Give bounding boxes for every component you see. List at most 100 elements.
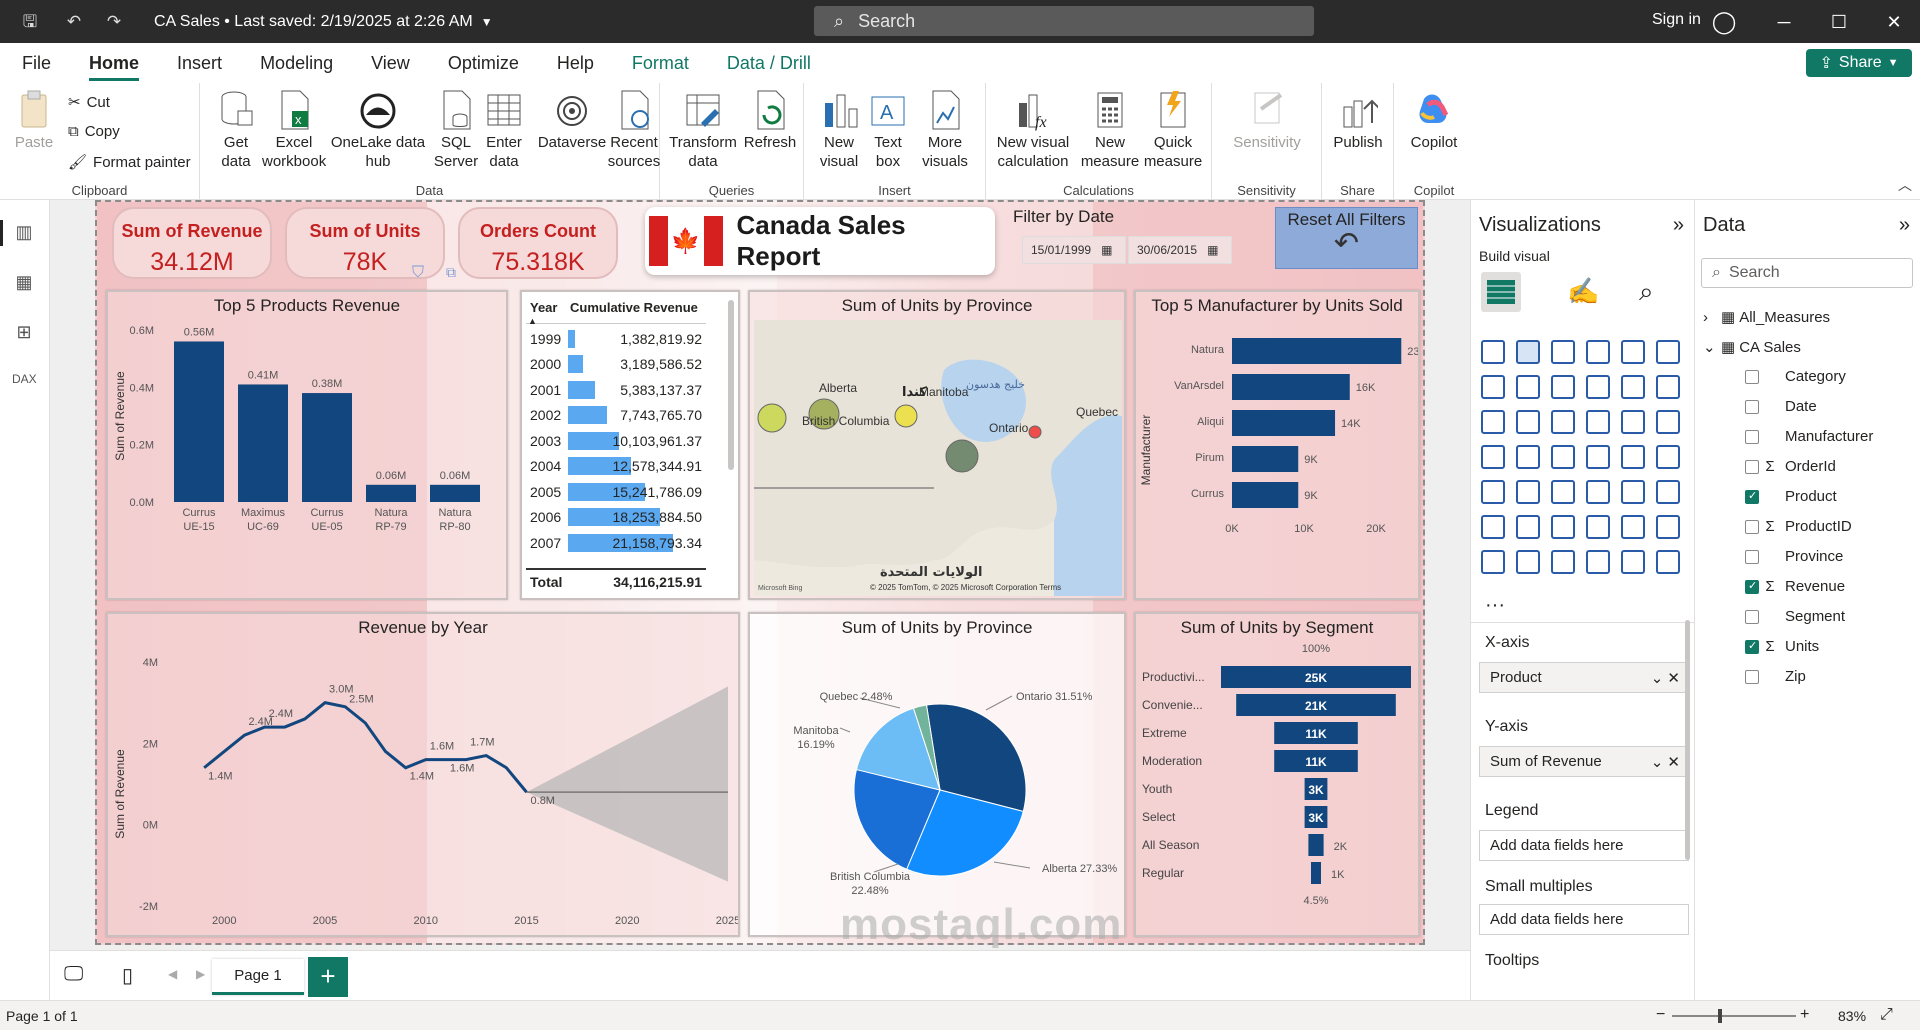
visual-type-icon[interactable]: [1551, 445, 1575, 469]
next-page-icon[interactable]: ▶: [196, 967, 205, 981]
dataverse-button[interactable]: Dataverse: [536, 89, 608, 152]
visual-type-icon[interactable]: [1551, 480, 1575, 504]
panel-top-manufacturer[interactable]: Top 5 Manufacturer by Units Sold Manufac…: [1134, 290, 1420, 600]
redo-icon[interactable]: ↷: [104, 12, 124, 32]
visual-type-icon[interactable]: [1621, 445, 1645, 469]
filter-icon[interactable]: ⛉: [412, 264, 432, 282]
signin-link[interactable]: Sign in: [1652, 11, 1701, 29]
mobile-layout-icon[interactable]: ▯: [122, 963, 133, 988]
kpi-orders[interactable]: Orders Count 75.318K: [458, 207, 618, 279]
visual-type-icon[interactable]: [1586, 445, 1610, 469]
visual-type-icon[interactable]: [1656, 550, 1680, 574]
menu-optimize[interactable]: Optimize: [429, 43, 538, 83]
recent-sources-button[interactable]: Recent sources: [606, 89, 662, 171]
field-item[interactable]: Date: [1745, 398, 1817, 415]
table-row[interactable]: 2002 7,743,765.70: [526, 403, 706, 428]
pane-scrollbar[interactable]: [1685, 620, 1690, 860]
field-item[interactable]: Σ Revenue: [1745, 578, 1845, 595]
xaxis-well[interactable]: Product ⌄ ✕: [1479, 662, 1689, 693]
close-icon[interactable]: ✕: [1880, 8, 1908, 36]
text-box-button[interactable]: A Text box: [866, 89, 910, 171]
cut-button[interactable]: ✂ Cut: [68, 93, 110, 112]
field-checkbox[interactable]: [1745, 459, 1759, 474]
legend-well[interactable]: Add data fields here: [1479, 830, 1689, 861]
kpi-revenue[interactable]: Sum of Revenue 34.12M: [112, 207, 272, 279]
format-painter-button[interactable]: 🖌 Format painter: [68, 153, 191, 172]
visual-type-icon[interactable]: [1481, 550, 1505, 574]
table-row[interactable]: 2005 15,241,786.09: [526, 479, 706, 504]
sql-button[interactable]: SQL Server: [426, 89, 486, 171]
visual-type-icon[interactable]: [1621, 375, 1645, 399]
visual-type-icon[interactable]: [1621, 550, 1645, 574]
visual-type-icon[interactable]: [1516, 410, 1540, 434]
visual-type-icon[interactable]: [1586, 340, 1610, 364]
sensitivity-button[interactable]: Sensitivity: [1232, 89, 1302, 152]
visual-type-icon[interactable]: [1656, 340, 1680, 364]
map-credit[interactable]: © 2025 TomTom, © 2025 Microsoft Corporat…: [870, 583, 1061, 592]
quick-measure-button[interactable]: Quick measure: [1138, 89, 1208, 171]
panel-units-segment[interactable]: Sum of Units by Segment 100% Productivi..…: [1134, 612, 1420, 937]
new-visual-button[interactable]: New visual: [812, 89, 866, 171]
field-checkbox[interactable]: [1745, 579, 1759, 594]
table-view-icon[interactable]: ▦: [12, 272, 36, 296]
visual-type-icon[interactable]: [1586, 550, 1610, 574]
focus-mode-icon[interactable]: ⧉: [446, 264, 466, 282]
format-visual-tab[interactable]: ✍: [1567, 276, 1599, 307]
field-item[interactable]: Product: [1745, 488, 1837, 505]
visual-type-icon[interactable]: [1586, 375, 1610, 399]
visual-type-icon[interactable]: [1516, 340, 1540, 364]
calendar-icon[interactable]: ▦: [1207, 243, 1218, 257]
paste-button[interactable]: Paste: [12, 89, 56, 152]
desktop-layout-icon[interactable]: 🖵: [64, 963, 83, 986]
zoom-slider[interactable]: [1672, 1015, 1796, 1017]
panel-units-province-pie[interactable]: Sum of Units by Province Ontario 31.51% A…: [748, 612, 1126, 937]
visual-type-icon[interactable]: [1516, 480, 1540, 504]
title-dropdown-icon[interactable]: ▼: [481, 15, 493, 29]
collapse-pane-icon[interactable]: »: [1899, 214, 1910, 237]
menu-insert[interactable]: Insert: [158, 43, 241, 83]
maximize-icon[interactable]: ☐: [1825, 8, 1853, 36]
visual-type-icon[interactable]: [1551, 550, 1575, 574]
panel-cumulative-table[interactable]: Year Cumulative Revenue ▲ 1999 1,382,819.…: [520, 290, 740, 600]
field-item[interactable]: Manufacturer: [1745, 428, 1873, 445]
table-row[interactable]: 2003 10,103,961.37: [526, 428, 706, 453]
more-visuals-ellipsis[interactable]: ···: [1485, 594, 1505, 617]
table-row[interactable]: 2000 3,189,586.52: [526, 352, 706, 377]
field-checkbox[interactable]: [1745, 639, 1759, 654]
fit-page-icon[interactable]: ⤢: [1880, 1006, 1893, 1024]
get-data-button[interactable]: Get data: [208, 89, 264, 171]
table-row[interactable]: 1999 1,382,819.92: [526, 326, 706, 351]
visual-type-icon[interactable]: [1621, 515, 1645, 539]
field-checkbox[interactable]: [1745, 399, 1759, 414]
copy-button[interactable]: ⧉ Copy: [68, 123, 120, 140]
table-row[interactable]: 2006 18,253,884.50: [526, 505, 706, 530]
small-multiples-well[interactable]: Add data fields here: [1479, 904, 1689, 935]
field-checkbox[interactable]: [1745, 669, 1759, 684]
field-item[interactable]: Segment: [1745, 608, 1845, 625]
visual-type-icon[interactable]: [1481, 410, 1505, 434]
visual-type-icon[interactable]: [1621, 480, 1645, 504]
visual-type-icon[interactable]: [1516, 445, 1540, 469]
table-row[interactable]: 2007 21,158,793.34: [526, 530, 706, 555]
menu-view[interactable]: View: [352, 43, 429, 83]
yaxis-well[interactable]: Sum of Revenue ⌄ ✕: [1479, 746, 1689, 777]
undo-icon[interactable]: ↶: [64, 12, 84, 32]
menu-data-drill[interactable]: Data / Drill: [708, 43, 830, 83]
visual-type-icon[interactable]: [1516, 375, 1540, 399]
onelake-button[interactable]: OneLake data hub: [328, 89, 428, 171]
visual-type-icon[interactable]: [1481, 480, 1505, 504]
refresh-button[interactable]: Refresh: [740, 89, 800, 152]
visual-type-icon[interactable]: [1551, 410, 1575, 434]
field-item[interactable]: › ▦ All_Measures: [1703, 308, 1830, 327]
field-checkbox[interactable]: [1745, 609, 1759, 624]
visual-type-icon[interactable]: [1481, 445, 1505, 469]
chevron-down-icon[interactable]: ⌄: [1703, 338, 1717, 356]
field-item[interactable]: ⌄ ▦ CA Sales: [1703, 338, 1801, 357]
copilot-button[interactable]: Copilot: [1400, 89, 1468, 152]
table-scrollbar[interactable]: [728, 300, 734, 470]
visual-type-icon[interactable]: [1551, 375, 1575, 399]
calendar-icon[interactable]: ▦: [1101, 243, 1112, 257]
panel-top-products[interactable]: Top 5 Products Revenue 0.0M 0.2M 0.4M 0.6M S…: [106, 290, 508, 600]
menu-home[interactable]: Home: [70, 43, 158, 83]
visual-type-icon[interactable]: [1586, 480, 1610, 504]
